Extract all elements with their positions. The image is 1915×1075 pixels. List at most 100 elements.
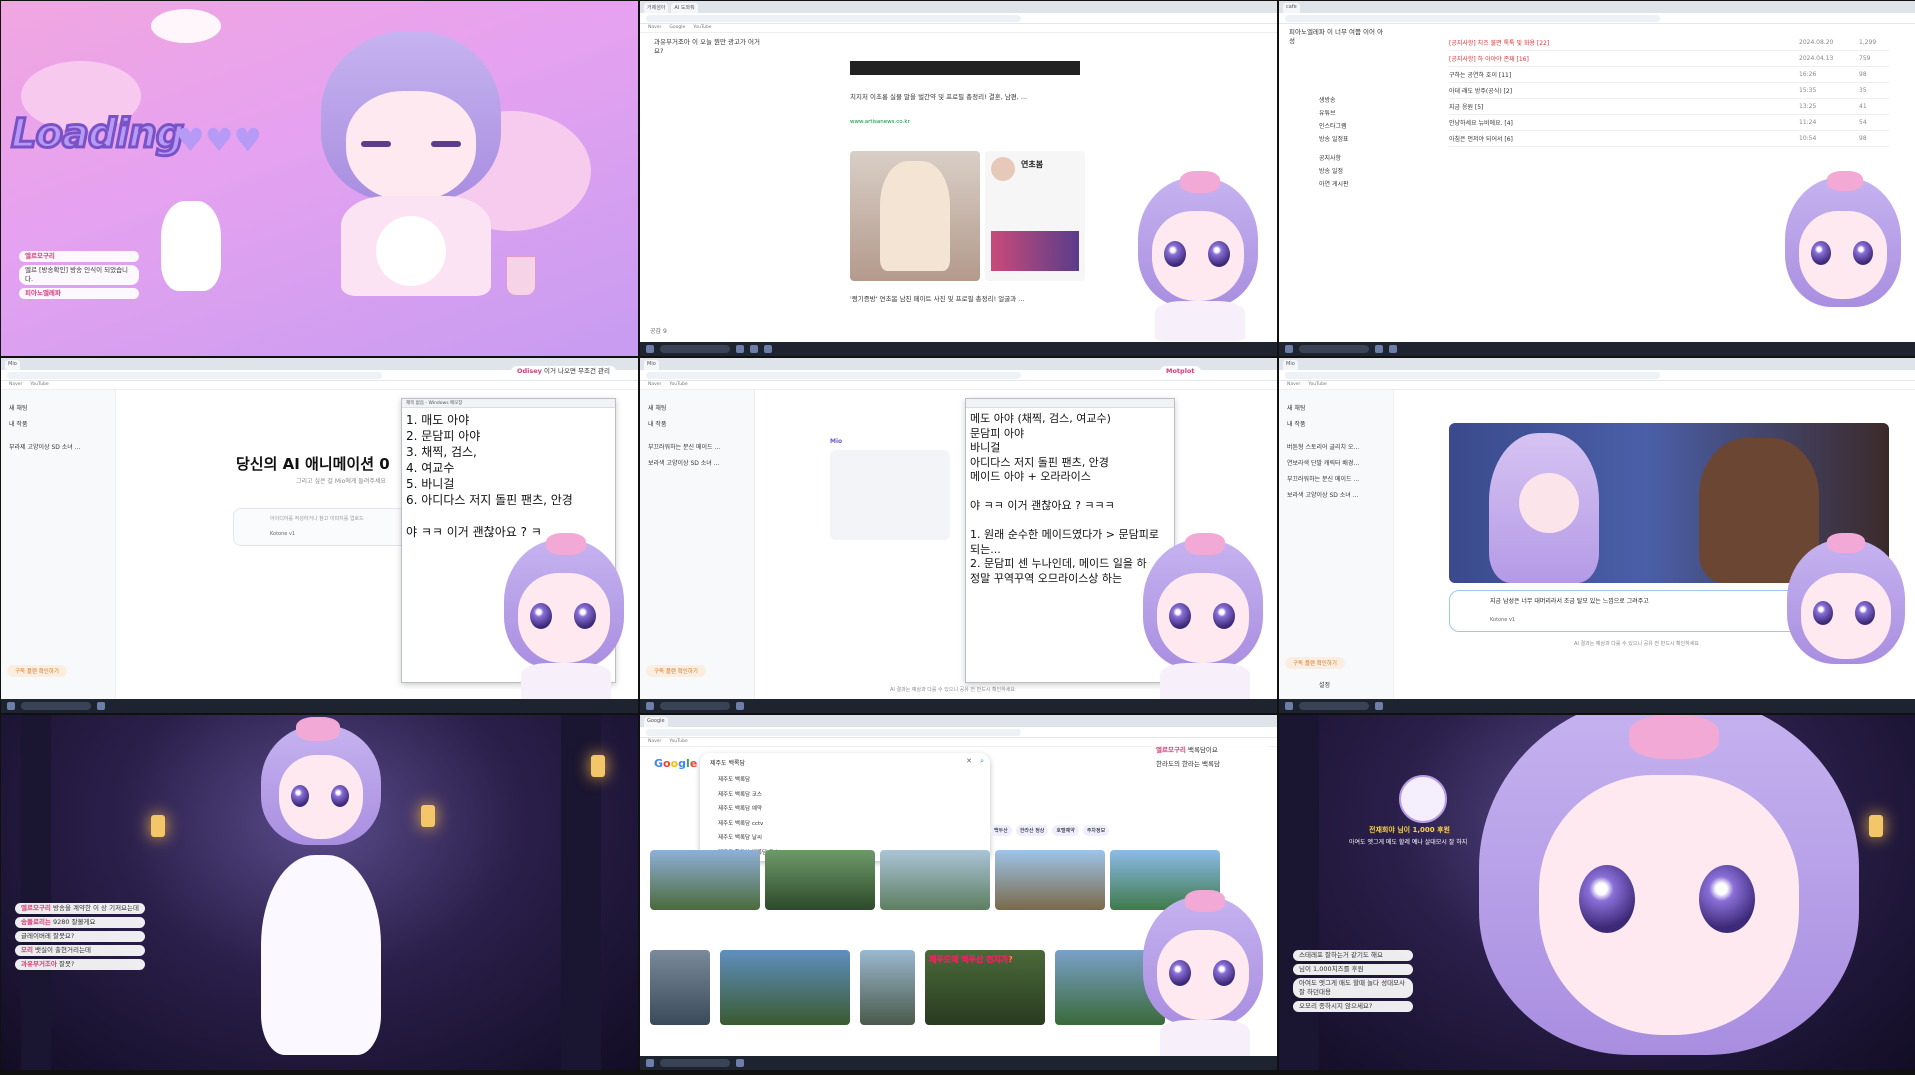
image-result[interactable]: [995, 850, 1105, 910]
google-logo[interactable]: Google: [654, 757, 697, 770]
notepad-title: 제목 없음 - Windows 메모장: [402, 399, 615, 408]
address-bar[interactable]: [640, 727, 1277, 738]
tree-trunk: [1279, 715, 1319, 1070]
lantern: [151, 815, 165, 837]
sidebar-item-history[interactable]: 부끄러워하는 분신 메이드 ...: [648, 442, 746, 451]
post-row[interactable]: 안냥하세요 뉴비에요. [4] 11:24 54: [1449, 115, 1889, 131]
image-result[interactable]: [650, 950, 710, 1025]
sidebar-item-history[interactable]: 부라제 고양이상 SD 소녀 ...: [9, 442, 107, 451]
board-menu: 생방송 유튜브 인스타그램 방송 일정표 공지사항 방송 일정 아연 게시판: [1319, 91, 1419, 192]
sidebar-item-new-chat[interactable]: 새 채팅: [9, 403, 107, 412]
sidebar-item-new-chat[interactable]: 새 채팅: [648, 403, 746, 412]
suggestion-item[interactable]: 제주도 백록담 예약: [718, 802, 779, 817]
browser-tab[interactable]: 거제섬아: [644, 3, 669, 13]
chat-message: 한라도의 한라는 백록담: [1150, 759, 1270, 770]
image-result[interactable]: [720, 950, 850, 1025]
plan-button[interactable]: 구독 플랜 확인하기: [1285, 657, 1345, 669]
board-menu-item[interactable]: 생방송: [1319, 95, 1419, 104]
sidebar-item-my-works[interactable]: 내 작품: [9, 419, 107, 428]
disclaimer-text: AI 결과는 예상과 다를 수 있으니 공유 전 반드시 확인하세요: [1574, 641, 1700, 647]
suggestion-item[interactable]: 제주도 백록담: [718, 773, 779, 788]
forum-board-tile: cafe 피아노엘레파 이 너무 여쭙 이어 아 성 생방송 유튜브 인스타그램…: [1279, 1, 1915, 356]
taskbar: [1, 699, 638, 713]
tree-trunk: [21, 715, 51, 1070]
model-selector[interactable]: Kotone v1: [270, 531, 295, 537]
prompt-input[interactable]: 아이디어를 작성하거나 참고 이미지를 업로드 Kotone v1: [233, 508, 413, 546]
board-menu-item[interactable]: 공지사항: [1319, 153, 1419, 162]
chat-message: 글레이버레 잘못요?: [15, 931, 145, 942]
donation-message: 아여도 엣그게 메도 할레 예나 살대모시 잘 하지: [1349, 839, 1468, 846]
address-bar[interactable]: [1279, 13, 1915, 24]
browser-tab-bar: Mio: [1279, 358, 1915, 370]
post-row[interactable]: [공지사항] 하 아야야 존재 [16] 2024.04.13 759: [1449, 51, 1889, 67]
board-menu-item[interactable]: 방송 일정: [1319, 166, 1419, 175]
sidebar-item-my-works[interactable]: 내 작품: [648, 419, 746, 428]
article-image-strip: [850, 61, 1080, 75]
board-menu-item[interactable]: 아연 게시판: [1319, 179, 1419, 188]
chat-message: 스테레포 잘하는거 같기도 해요: [1293, 950, 1413, 961]
search-icon[interactable]: ⌕: [980, 757, 984, 766]
article-source[interactable]: www.artisanews.co.kr: [850, 119, 910, 125]
clear-icon[interactable]: ✕: [966, 757, 972, 765]
prompt-input-text[interactable]: 지금 남성은 너무 대머리라서 조금 탈모 있는 느낌으로 그려주고: [1490, 596, 1649, 605]
image-result[interactable]: [650, 850, 760, 910]
notepad-title: [966, 399, 1174, 408]
ai-app-notepad-tile-2: Mio Naver YouTube 새 채팅 내 작품 부끄러워하는 분신 메이드…: [640, 358, 1277, 713]
address-bar[interactable]: [640, 13, 1277, 24]
chat-message: 피아노엘레파 이 너무 여쭙 이어 아 성: [1283, 27, 1393, 47]
browser-tab[interactable]: AI 도와줘: [671, 3, 698, 13]
assistant-thinking-box: [830, 450, 950, 540]
sidebar-item-history[interactable]: 연보라색 단발 캐릭터 배경...: [1287, 458, 1385, 467]
board-menu-item[interactable]: 방송 일정표: [1319, 134, 1419, 143]
search-input[interactable]: 제주도 백록담: [710, 758, 745, 767]
chip[interactable]: 한라산 정상: [1015, 825, 1049, 836]
notepad-text[interactable]: 1. 매도 아야 2. 문담피 아야 3. 채찍, 검스, 4. 여교수 5. …: [402, 408, 615, 544]
post-row[interactable]: 구하는 공연하 호이 [11] 16:26 98: [1449, 67, 1889, 83]
board-menu-item[interactable]: 유튜브: [1319, 108, 1419, 117]
suggestion-item[interactable]: 제주도 백록담 날씨: [718, 831, 779, 846]
vtuber-avatar: [1779, 533, 1914, 693]
article-photo[interactable]: [850, 151, 980, 281]
image-result[interactable]: [765, 850, 875, 910]
model-selector[interactable]: Kotone v1: [1490, 617, 1515, 623]
post-row[interactable]: 아침은 먼저야 되어서 [6] 10:54 98: [1449, 131, 1889, 147]
like-count[interactable]: 공감 9: [650, 326, 667, 335]
disclaimer-text: AI 결과는 예상과 다를 수 있으니 공유 전 반드시 확인하세요: [890, 687, 1016, 693]
article-caption[interactable]: '쩡기증방' 연초봄 남친 페이트 사진 및 프로필 총정리! 얼굴과 ...: [850, 293, 1080, 303]
chat-message: 엘르 [방송확인] 방송 인식이 되었습니다.: [19, 265, 139, 285]
chip[interactable]: 주차정보: [1082, 825, 1110, 836]
post-row[interactable]: [공지사항] 치즈 불면 톡톡 및 화용 [22] 2024.08.20 1,299: [1449, 35, 1889, 51]
image-result[interactable]: 제주도에 백두산 천지가?: [925, 950, 1045, 1025]
sidebar-item-history[interactable]: 보라색 고양이상 SD 소녀 ...: [648, 458, 746, 467]
suggestion-item[interactable]: 제주도 백록담 cctv: [718, 817, 779, 832]
sidebar-item-history[interactable]: 버튼형 스토리어 글리치 오...: [1287, 442, 1385, 451]
sidebar-item-history[interactable]: 보라색 고양이상 SD 소녀 ...: [1287, 490, 1385, 499]
chat-overlay: 과유부거조아 이 오늘 뭔만 광고가 어거요?: [648, 37, 768, 60]
ai-app-notepad-tile: Mio Naver YouTube 새 채팅 내 작품 부라제 고양이상 SD 소…: [1, 358, 638, 713]
image-result[interactable]: [860, 950, 915, 1025]
plan-button[interactable]: 구독 플랜 확인하기: [646, 665, 706, 677]
bookmarks-bar: Naver YouTube: [1279, 381, 1915, 390]
board-menu-item[interactable]: 인스타그램: [1319, 121, 1419, 130]
chat-message: 모리 뱃실이 출현거리는데: [15, 945, 145, 956]
browser-tab-bar: Google: [640, 715, 1277, 727]
image-result[interactable]: [880, 850, 990, 910]
chat-message: 아여도 엣그게 매도 할때 놀다 성대모사 잘 하던대용: [1293, 978, 1413, 998]
vtuber-avatar: [496, 533, 636, 703]
address-bar[interactable]: [1279, 370, 1915, 381]
suggestion-item[interactable]: 제주도 백록담 코스: [718, 788, 779, 803]
sidebar-item-history[interactable]: 부끄러워하는 분신 메이드 ...: [1287, 474, 1385, 483]
article-headline[interactable]: 치지처 이초롱 실물 말을 벌간약 및 프로필 총정리! 결혼, 남편, ...: [850, 91, 1080, 101]
page-heading: 당신의 AI 애니메이션 0: [236, 455, 390, 473]
sidebar: 새 채팅 내 작품 부끄러워하는 분신 메이드 ... 보라색 고양이상 SD …: [640, 390, 755, 699]
taskbar: [1279, 699, 1915, 713]
sidebar-item-new-chat[interactable]: 새 채팅: [1287, 403, 1385, 412]
post-row[interactable]: 아데 래도 방주(공식) [2] 15:35 35: [1449, 83, 1889, 99]
post-row[interactable]: 지금 응원 [5] 13:25 41: [1449, 99, 1889, 115]
plan-button[interactable]: 구독 플랜 확인하기: [7, 665, 67, 677]
chip[interactable]: 호텔예약: [1052, 825, 1079, 836]
sidebar-item-my-works[interactable]: 내 작품: [1287, 419, 1385, 428]
profile-card[interactable]: 연초봄: [985, 151, 1085, 281]
settings-link[interactable]: 설정: [1319, 680, 1330, 689]
chip[interactable]: 백두산: [990, 825, 1012, 836]
